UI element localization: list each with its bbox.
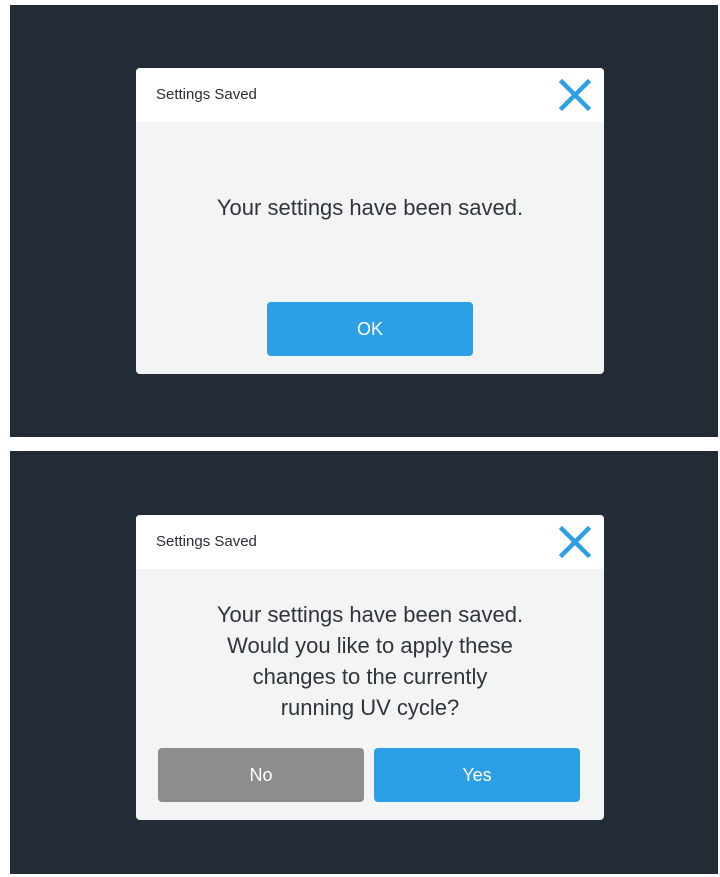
ok-button[interactable]: OK <box>267 302 473 356</box>
message-line: Would you like to apply these <box>227 633 513 658</box>
dialog-header: Settings Saved <box>136 68 604 122</box>
message-line: Your settings have been saved. <box>216 602 524 627</box>
message-line: changes to the currently <box>252 664 488 689</box>
close-button[interactable] <box>558 525 592 559</box>
dialog-message: Your settings have been saved. Would you… <box>136 599 604 723</box>
message-line: running UV cycle? <box>280 695 460 720</box>
dialog-title: Settings Saved <box>156 86 257 103</box>
screen-settings-saved: Settings Saved Your settings have been s… <box>10 5 718 437</box>
dialog-header: Settings Saved <box>136 515 604 569</box>
dialog-message: Your settings have been saved. <box>216 195 524 220</box>
close-x-icon <box>558 525 592 559</box>
apply-changes-dialog: Settings Saved Your settings have been s… <box>136 515 604 820</box>
yes-button[interactable]: Yes <box>374 748 580 802</box>
screen-apply-changes: Settings Saved Your settings have been s… <box>10 451 718 874</box>
close-x-icon <box>558 78 592 112</box>
dialog-title: Settings Saved <box>156 533 257 550</box>
close-button[interactable] <box>558 78 592 112</box>
no-button[interactable]: No <box>158 748 364 802</box>
settings-saved-dialog: Settings Saved Your settings have been s… <box>136 68 604 374</box>
